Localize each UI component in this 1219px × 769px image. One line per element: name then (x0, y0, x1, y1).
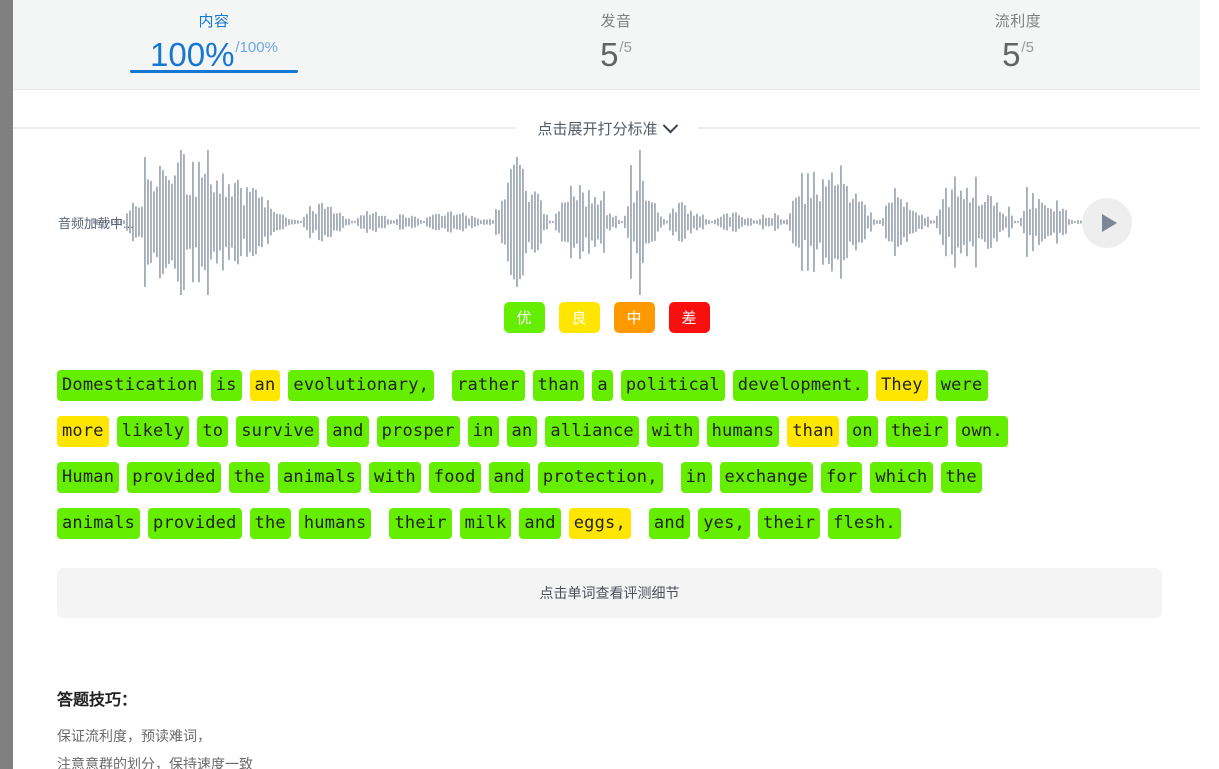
passage-word[interactable]: with (646, 415, 699, 447)
score-tab-pronunciation-label: 发音 (600, 13, 632, 30)
passage-word[interactable]: exchange (719, 461, 813, 493)
play-button[interactable] (1082, 198, 1132, 248)
passage-word[interactable]: humans (298, 507, 372, 539)
passage-word[interactable]: their (389, 507, 452, 539)
score-tab-pronunciation-total: /5 (619, 39, 632, 56)
answering-tips: 答题技巧： 保证流利度，预读难词， 注意意群的划分，保持速度一致 (57, 688, 1162, 769)
passage-word[interactable]: rather (452, 369, 525, 401)
passage-word[interactable]: and (488, 461, 530, 493)
passage-word[interactable]: the (228, 461, 270, 493)
passage-word[interactable]: is (210, 369, 242, 401)
score-tab-fluency-value: 5 (1002, 36, 1021, 73)
passage-word[interactable]: own. (956, 415, 1008, 447)
criteria-divider-left (13, 127, 516, 129)
left-gutter-strip (0, 0, 13, 769)
passage-line: Domestication is an evolutionary, rather than… (57, 362, 1162, 408)
passage-word[interactable]: protection, (537, 461, 663, 493)
passage-word[interactable]: a (592, 369, 613, 401)
passage-word[interactable]: than (532, 369, 585, 401)
legend-badge-average[interactable]: 中 (613, 302, 655, 333)
passage-word[interactable]: political (620, 369, 725, 401)
passage-word[interactable]: milk (459, 507, 512, 539)
passage-word[interactable]: They (876, 369, 928, 401)
passage-word[interactable]: food (428, 461, 481, 493)
score-tab-content[interactable]: 内容 100% /100% (13, 0, 415, 73)
passage-word[interactable]: an (506, 415, 538, 447)
passage-word[interactable]: than (787, 415, 839, 447)
score-tab-fluency[interactable]: 流利度 5 /5 (817, 0, 1219, 73)
expand-criteria-label: 点击展开打分标准 (537, 120, 658, 138)
word-detail-hint-label: 点击单词查看评测细节 (539, 585, 680, 601)
passage-word[interactable]: alliance (545, 415, 639, 447)
passage-word[interactable]: an (249, 369, 281, 401)
passage-word[interactable]: Domestication (57, 369, 203, 401)
legend-badge-poor[interactable]: 差 (668, 302, 710, 333)
play-icon (1102, 214, 1117, 232)
criteria-divider-right (697, 127, 1201, 129)
passage-word[interactable]: flesh. (828, 507, 901, 539)
right-gutter-strip (1200, 0, 1219, 769)
audio-waveform[interactable] (93, 150, 1083, 295)
active-tab-underline (130, 70, 298, 73)
passage-word[interactable]: humans (706, 415, 780, 447)
audio-player: 音频加载中... (13, 150, 1200, 295)
passage-word[interactable]: provided (127, 461, 221, 493)
score-tab-pronunciation-value: 5 (600, 36, 619, 73)
passage-word[interactable]: animals (57, 507, 141, 539)
score-tab-content-value: 100% (150, 36, 235, 73)
score-tab-content-value-wrap: 100% /100% (150, 37, 278, 73)
passage-word[interactable]: on (846, 415, 878, 447)
legend-badge-excellent[interactable]: 优 (503, 302, 545, 333)
score-tab-fluency-total: /5 (1021, 39, 1034, 56)
passage-word[interactable]: prosper (376, 415, 460, 447)
passage-word[interactable]: in (680, 461, 712, 493)
passage-word[interactable]: eggs, (568, 507, 631, 539)
expand-criteria-button[interactable]: 点击展开打分标准 (516, 117, 698, 139)
passage-word[interactable]: to (197, 415, 229, 447)
passage-word[interactable]: and (327, 415, 369, 447)
score-tab-content-total: /100% (235, 39, 278, 56)
passage-word[interactable]: likely (116, 415, 190, 447)
passage-line: Human provided the animals with food and protec… (57, 454, 1162, 500)
assessed-passage: Domestication is an evolutionary, rather than… (57, 362, 1162, 546)
score-tab-content-label: 内容 (198, 13, 230, 30)
passage-word[interactable]: evolutionary, (288, 369, 435, 401)
criteria-row: 点击展开打分标准 (13, 113, 1201, 143)
passage-word[interactable]: the (249, 507, 291, 539)
passage-line: animals provided the humans their milk and eggs… (57, 500, 1162, 546)
score-tab-pronunciation[interactable]: 发音 5 /5 (415, 0, 817, 73)
passage-word[interactable]: yes, (698, 507, 750, 539)
grade-legend: 优 良 中 差 (13, 302, 1200, 333)
passage-word[interactable]: and (519, 507, 561, 539)
score-tab-pronunciation-value-wrap: 5 /5 (600, 37, 632, 73)
answering-tips-line-2: 注意意群的划分，保持速度一致 (57, 756, 253, 769)
passage-line: more likely to survive and prosper in an allianc… (57, 408, 1162, 454)
passage-word[interactable]: the (940, 461, 982, 493)
legend-badge-good[interactable]: 良 (558, 302, 600, 333)
passage-word[interactable]: for (821, 461, 863, 493)
passage-word[interactable]: with (369, 461, 421, 493)
passage-word[interactable]: survive (236, 415, 320, 447)
passage-word[interactable]: which (870, 461, 933, 493)
passage-word[interactable]: development. (732, 369, 868, 401)
answering-tips-title: 答题技巧： (57, 692, 138, 709)
score-tab-fluency-value-wrap: 5 /5 (1002, 37, 1034, 73)
passage-word[interactable]: in (467, 415, 499, 447)
word-detail-hint-bar[interactable]: 点击单词查看评测细节 (57, 568, 1162, 618)
score-tab-fluency-label: 流利度 (994, 13, 1042, 30)
passage-word[interactable]: their (757, 507, 821, 539)
chevron-down-icon (662, 117, 678, 133)
passage-word[interactable]: provided (148, 507, 242, 539)
passage-word[interactable]: were (935, 369, 988, 401)
passage-word[interactable]: more (57, 415, 109, 447)
passage-word[interactable]: and (648, 507, 691, 539)
score-header: 内容 100% /100% 发音 5 /5 流利度 5 /5 (13, 0, 1219, 90)
answering-tips-line-1: 保证流利度，预读难词， (57, 728, 211, 744)
speaking-assessment-result-page: 内容 100% /100% 发音 5 /5 流利度 5 /5 点击展开打分标准 … (0, 0, 1219, 769)
passage-word[interactable]: Human (57, 461, 120, 493)
passage-word[interactable]: animals (277, 461, 362, 493)
passage-word[interactable]: their (885, 415, 949, 447)
